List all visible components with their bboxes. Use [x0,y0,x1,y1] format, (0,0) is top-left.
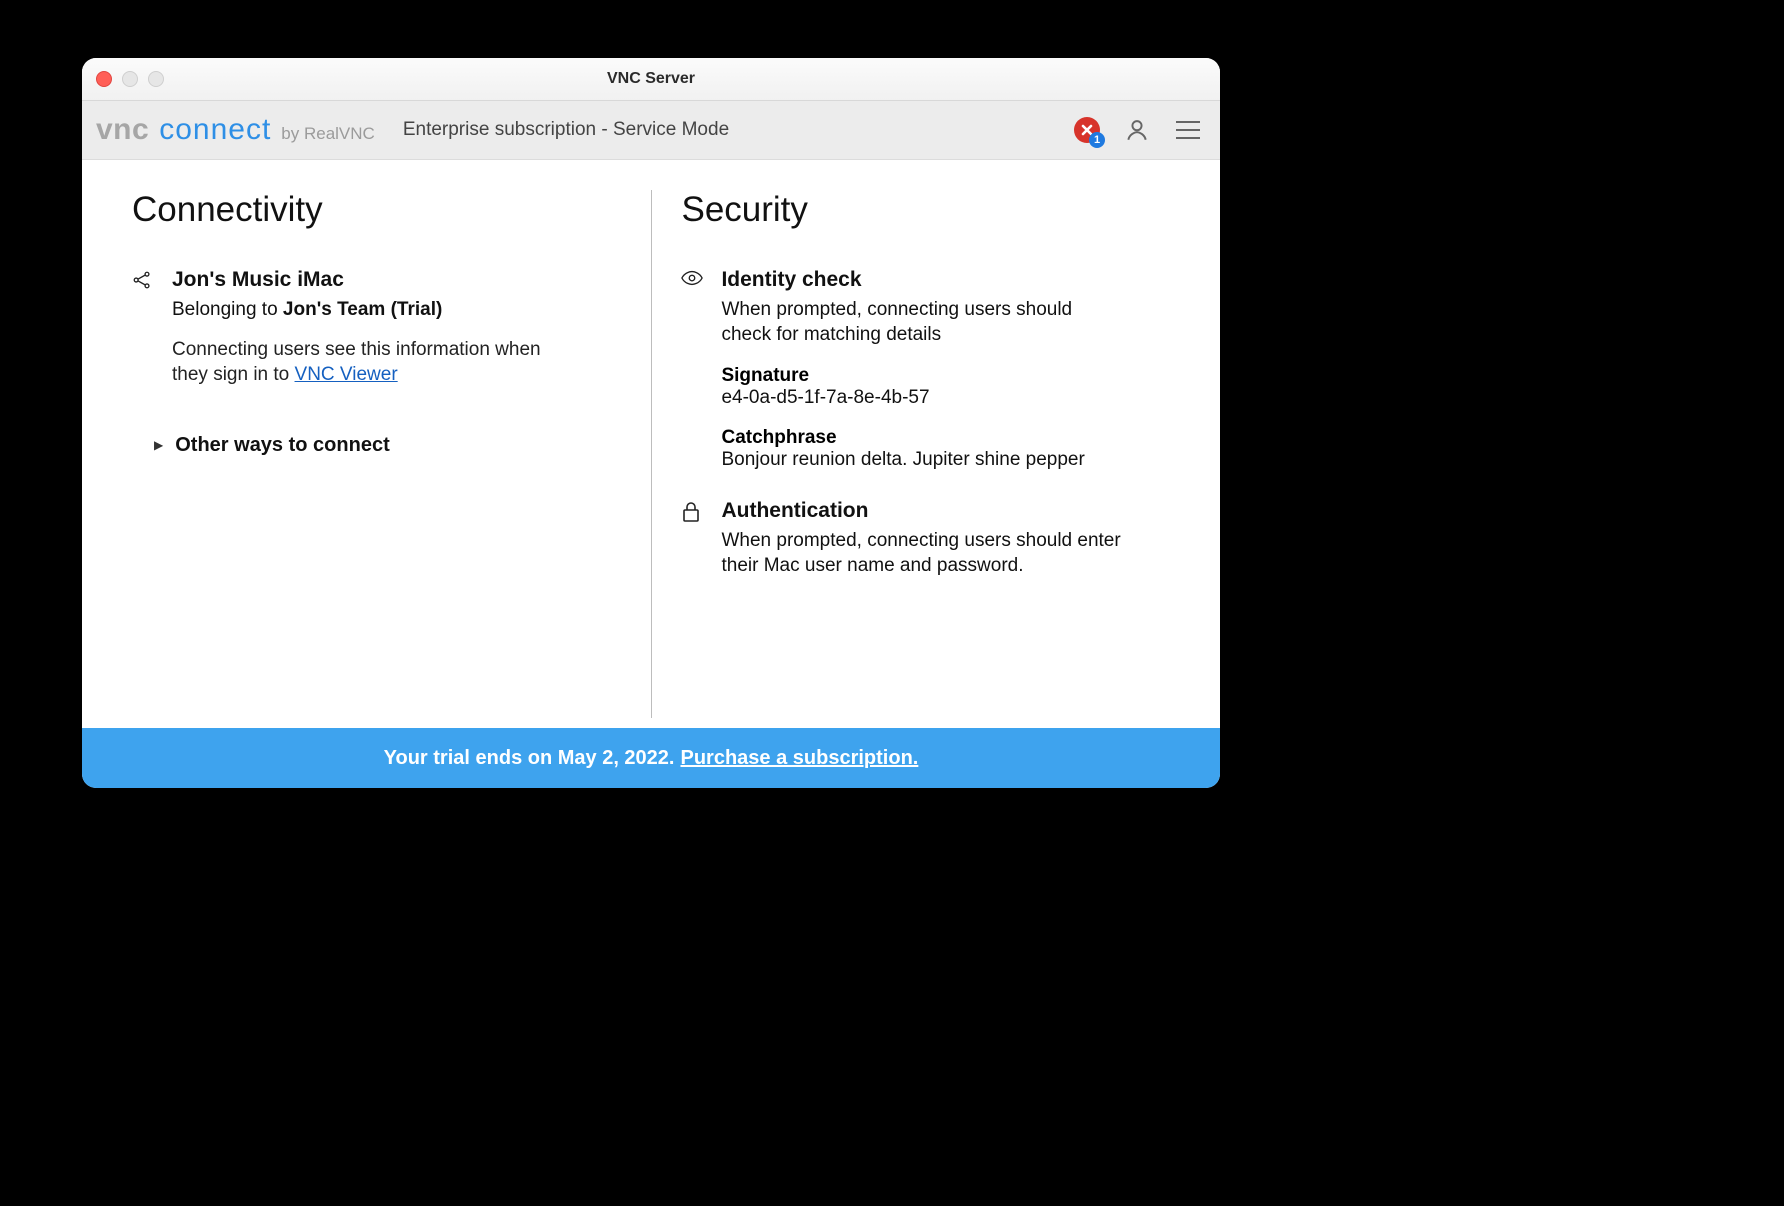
connectivity-section: Connectivity Jon's Music iMac [132,190,621,718]
app-window: VNC Server vnc connect by RealVNC Enterp… [82,58,1220,788]
share-icon [132,268,154,388]
signature-value: e4-0a-d5-1f-7a-8e-4b-57 [721,387,1170,409]
connectivity-heading: Connectivity [132,190,621,230]
app-logo: vnc connect by RealVNC [96,113,375,147]
window-close-button[interactable] [96,71,112,87]
titlebar: VNC Server [82,58,1220,101]
identity-check-title: Identity check [721,268,1170,292]
logo-connect-text: connect [159,113,271,147]
trial-banner: Your trial ends on May 2, 2022. Purchase… [82,728,1220,788]
eye-icon [681,268,703,471]
identity-block: Identity check When prompted, connecting… [681,268,1170,471]
catchphrase-value: Bonjour reunion delta. Jupiter shine pep… [721,449,1170,471]
other-ways-expander[interactable]: ▶ Other ways to connect [154,434,621,457]
main-content: Connectivity Jon's Music iMac [82,160,1220,728]
belonging-prefix: Belonging to [172,299,283,320]
trial-text: Your trial ends on May 2, 2022. [384,747,675,770]
authentication-desc: When prompted, connecting users should e… [721,529,1151,578]
security-heading: Security [681,190,1170,230]
other-ways-label: Other ways to connect [175,434,390,457]
connect-info-text: Connecting users see this information wh… [172,337,572,388]
notification-count-badge: 1 [1089,132,1105,148]
authentication-title: Authentication [721,499,1170,523]
device-block: Jon's Music iMac Belonging to Jon's Team… [132,268,621,388]
authentication-block: Authentication When prompted, connecting… [681,499,1170,582]
chevron-right-icon: ▶ [154,438,163,452]
security-section: Security Identity check When prompted, c… [681,190,1170,718]
account-button[interactable] [1124,117,1150,143]
window-title: VNC Server [82,70,1220,88]
purchase-subscription-link[interactable]: Purchase a subscription. [680,747,918,770]
logo-byline: by RealVNC [281,124,375,144]
notifications-button[interactable]: 1 [1074,117,1100,143]
lock-icon [681,499,703,582]
device-name: Jon's Music iMac [172,268,621,292]
signature-label: Signature [721,365,1170,387]
column-divider [651,190,652,718]
menu-button[interactable] [1174,119,1202,141]
team-name: Jon's Team (Trial) [283,299,442,320]
vnc-viewer-link[interactable]: VNC Viewer [295,364,398,385]
window-zoom-button[interactable] [148,71,164,87]
identity-check-desc: When prompted, connecting users should c… [721,298,1121,347]
logo-vnc-text: vnc [96,113,149,147]
window-minimize-button[interactable] [122,71,138,87]
header-bar: vnc connect by RealVNC Enterprise subscr… [82,101,1220,160]
catchphrase-label: Catchphrase [721,427,1170,449]
device-team-line: Belonging to Jon's Team (Trial) [172,298,621,323]
subscription-mode-label: Enterprise subscription - Service Mode [403,119,729,141]
